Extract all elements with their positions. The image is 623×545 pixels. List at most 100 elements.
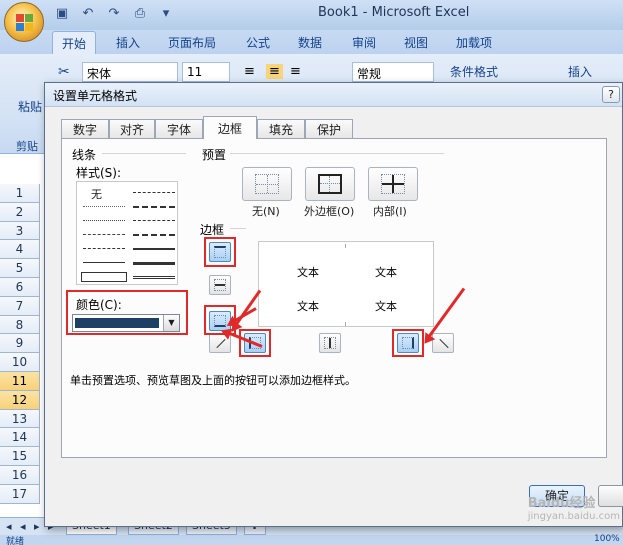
row-header[interactable]: 9 — [0, 334, 40, 354]
tab-number[interactable]: 数字 — [61, 119, 109, 138]
line-group-label: 线条 — [72, 148, 97, 162]
watermark-url: jingyan.baidu.com — [527, 511, 620, 522]
border-preview[interactable]: 文本 文本 文本 文本 — [258, 241, 434, 327]
dialog-title: 设置单元格格式 — [53, 89, 138, 103]
line-style-option[interactable] — [83, 262, 125, 263]
preset-none-button[interactable] — [242, 167, 292, 201]
save-icon[interactable]: ▣ — [54, 6, 70, 22]
tab-insert[interactable]: 插入 — [116, 34, 140, 51]
font-size-combo[interactable]: 11 — [182, 62, 230, 82]
line-style-option[interactable] — [83, 234, 125, 235]
style-label: 样式(S): — [76, 166, 122, 180]
preset-outline-button[interactable] — [305, 167, 355, 201]
format-cells-dialog: 设置单元格格式 ? 数字 对齐 字体 边框 填充 保护 线条 样式(S): 无 — [44, 82, 623, 527]
qat-dropdown-icon[interactable]: ▾ — [158, 6, 174, 22]
line-style-option[interactable] — [133, 192, 175, 193]
tab-formulas[interactable]: 公式 — [246, 34, 270, 51]
preview-text: 文本 — [375, 300, 397, 313]
row-header[interactable]: 13 — [0, 409, 40, 429]
paste-button[interactable]: 粘贴 — [18, 98, 42, 115]
tab-home[interactable]: 开始 — [52, 31, 97, 55]
color-highlight-box — [66, 290, 188, 335]
undo-icon[interactable]: ↶ — [80, 6, 96, 22]
row-header[interactable]: 12 — [0, 390, 40, 410]
row-header[interactable]: 16 — [0, 465, 40, 485]
font-name-combo[interactable]: 宋体 — [82, 62, 178, 82]
cut-icon[interactable]: ✂ — [58, 64, 70, 80]
preview-text: 文本 — [375, 266, 397, 279]
align-left-icon[interactable]: ≡ — [244, 64, 255, 79]
conditional-format-button[interactable]: 条件格式 — [450, 63, 498, 80]
preset-outline-icon — [318, 174, 342, 194]
zoom-level[interactable]: 100% — [594, 534, 620, 544]
line-style-option[interactable] — [83, 220, 125, 221]
status-bar: 就绪 100% — [0, 534, 623, 545]
watermark-main: Baidu经验 — [527, 496, 596, 511]
row-header[interactable]: 10 — [0, 353, 40, 372]
border-inside-vertical-button[interactable] — [319, 333, 341, 353]
office-logo-icon — [16, 14, 34, 32]
preset-inside-icon — [381, 174, 405, 194]
office-button[interactable] — [4, 2, 44, 42]
tab-protection[interactable]: 保护 — [305, 119, 353, 138]
preset-outline-label: 外边框(O) — [304, 205, 355, 218]
tab-fill[interactable]: 填充 — [257, 119, 305, 138]
tab-alignment[interactable]: 对齐 — [109, 119, 155, 138]
clipboard-group-label: 剪贴 — [16, 140, 38, 153]
row-header[interactable]: 6 — [0, 277, 40, 297]
prev-sheet-icon[interactable]: ◂ — [20, 520, 26, 533]
align-right-icon[interactable]: ≡ — [290, 64, 301, 79]
first-sheet-icon[interactable]: ◂ — [6, 520, 12, 533]
window-title: Book1 - Microsoft Excel — [318, 5, 470, 20]
line-style-option[interactable] — [83, 206, 125, 207]
border-inside-horizontal-button[interactable] — [209, 275, 231, 295]
row-header[interactable]: 1 — [0, 184, 40, 203]
tab-view[interactable]: 视图 — [404, 34, 428, 51]
row-header[interactable]: 15 — [0, 447, 40, 466]
tab-review[interactable]: 审阅 — [352, 34, 376, 51]
line-style-option[interactable] — [133, 220, 175, 221]
line-style-option[interactable] — [133, 262, 175, 265]
border-diagonal-down-button[interactable] — [432, 333, 454, 353]
next-sheet-icon[interactable]: ▸ — [34, 520, 40, 533]
line-style-option[interactable] — [133, 206, 175, 208]
row-header[interactable]: 17 — [0, 484, 40, 504]
row-header[interactable]: 2 — [0, 202, 40, 222]
line-style-option[interactable] — [83, 248, 125, 249]
line-group-divider — [102, 153, 186, 154]
line-style-list[interactable]: 无 — [76, 181, 178, 285]
line-style-option[interactable] — [133, 276, 175, 279]
tab-page-layout[interactable]: 页面布局 — [168, 34, 216, 51]
preset-none-label: 无(N) — [252, 205, 280, 218]
hint-text: 单击预置选项、预览草图及上面的按钮可以添加边框样式。 — [70, 374, 356, 387]
preset-inside-button[interactable] — [368, 167, 418, 201]
row-header[interactable]: 3 — [0, 221, 40, 241]
tab-addins[interactable]: 加载项 — [456, 34, 492, 51]
row-header[interactable]: 7 — [0, 296, 40, 316]
row-header[interactable]: 4 — [0, 240, 40, 260]
line-style-option[interactable] — [133, 234, 175, 236]
tab-font[interactable]: 字体 — [155, 119, 203, 138]
status-text: 就绪 — [6, 537, 25, 545]
number-format-combo[interactable]: 常规 — [352, 62, 434, 82]
print-preview-icon[interactable]: ⎙ — [132, 6, 148, 22]
presets-group-divider — [230, 153, 444, 154]
line-style-none[interactable]: 无 — [91, 186, 102, 202]
tab-data[interactable]: 数据 — [298, 34, 322, 51]
row-header[interactable]: 8 — [0, 315, 40, 335]
insert-cells-button[interactable]: 插入 — [568, 63, 592, 80]
line-style-option-selected[interactable] — [81, 272, 127, 282]
dialog-title-bar: 设置单元格格式 — [45, 83, 622, 107]
line-style-option[interactable] — [133, 248, 175, 250]
row-header[interactable]: 14 — [0, 428, 40, 448]
row-header[interactable]: 11 — [0, 371, 40, 391]
align-center-icon[interactable]: ≡ — [266, 64, 283, 79]
tab-border[interactable]: 边框 — [203, 116, 257, 139]
border-tab-panel: 线条 样式(S): 无 颜色(C): ▼ 预置 无(N) 外边框(O) 内部(I… — [61, 138, 607, 458]
row-header[interactable]: 5 — [0, 259, 40, 278]
redo-icon[interactable]: ↷ — [106, 6, 122, 22]
top-border-highlight-box — [204, 237, 236, 267]
help-button[interactable]: ? — [602, 86, 620, 103]
presets-group-label: 预置 — [202, 148, 227, 162]
quick-access-toolbar: ▣ ↶ ↷ ⎙ ▾ — [54, 6, 174, 22]
